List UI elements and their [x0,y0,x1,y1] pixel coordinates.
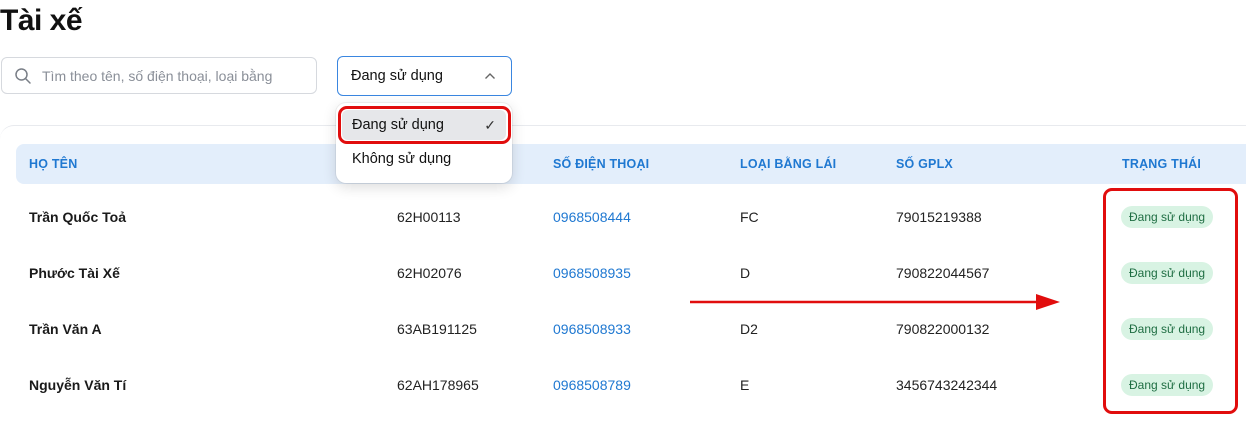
status-badge: Đang sử dụng [1121,374,1214,396]
driver-name: Trần Quốc Toả [29,209,126,225]
table-row[interactable]: Phước Tài Xế 62H02076 0968508935 D 79082… [0,245,1246,301]
table-row[interactable]: Nguyễn Văn Tí 62AH178965 0968508789 E 34… [0,357,1246,413]
column-header-license-type[interactable]: LOẠI BẰNG LÁI [740,157,836,171]
check-icon: ✓ [484,117,496,133]
license-number: 790822044567 [896,265,990,281]
search-input[interactable] [40,66,294,85]
status-badge: Đang sử dụng [1121,262,1214,284]
driver-name: Phước Tài Xế [29,265,120,281]
table-row[interactable]: Trần Văn A 63AB191125 0968508933 D2 7908… [0,301,1246,357]
license-type: D [740,265,751,281]
status-badge: Đang sử dụng [1121,206,1214,228]
phone-link[interactable]: 0968508789 [553,357,631,413]
license-number: 3456743242344 [896,377,998,393]
driver-name: Trần Văn A [29,321,102,337]
chevron-up-icon [484,72,496,80]
search-icon [14,67,32,85]
status-filter-value: Đang sử dụng [351,68,443,84]
option-label: Đang sử dụng [352,117,444,133]
page-title: Tài xế [0,4,83,37]
phone-link[interactable]: 0968508444 [553,189,631,245]
status-filter-select[interactable]: Đang sử dụng [337,56,512,96]
table-row[interactable]: Trần Quốc Toả 62H00113 0968508444 FC 790… [0,189,1246,245]
dropdown-option-active[interactable]: Đang sử dụng ✓ [342,110,506,140]
license-type: E [740,377,750,393]
option-label: Không sử dụng [352,151,452,167]
column-header-license-no[interactable]: SỐ GPLX [896,157,953,171]
status-dropdown-menu: Đang sử dụng ✓ Không sử dụng [336,103,512,183]
phone-link[interactable]: 0968508935 [553,245,631,301]
vehicle-plate: 62H00113 [397,209,461,225]
phone-link[interactable]: 0968508933 [553,301,631,357]
column-header-name[interactable]: HỌ TÊN [29,157,77,171]
dropdown-option-inactive[interactable]: Không sử dụng [342,144,506,174]
license-number: 790822000132 [896,321,990,337]
status-badge: Đang sử dụng [1121,318,1214,340]
driver-name: Nguyễn Văn Tí [29,377,127,393]
license-number: 79015219388 [896,209,982,225]
license-type: FC [740,209,759,225]
column-header-status[interactable]: TRẠNG THÁI [1122,157,1201,171]
vehicle-plate: 62AH178965 [397,377,479,393]
column-header-phone[interactable]: SỐ ĐIỆN THOẠI [553,157,649,171]
vehicle-plate: 62H02076 [397,265,462,281]
search-box[interactable] [1,57,317,94]
license-type: D2 [740,321,758,337]
vehicle-plate: 63AB191125 [397,321,477,337]
